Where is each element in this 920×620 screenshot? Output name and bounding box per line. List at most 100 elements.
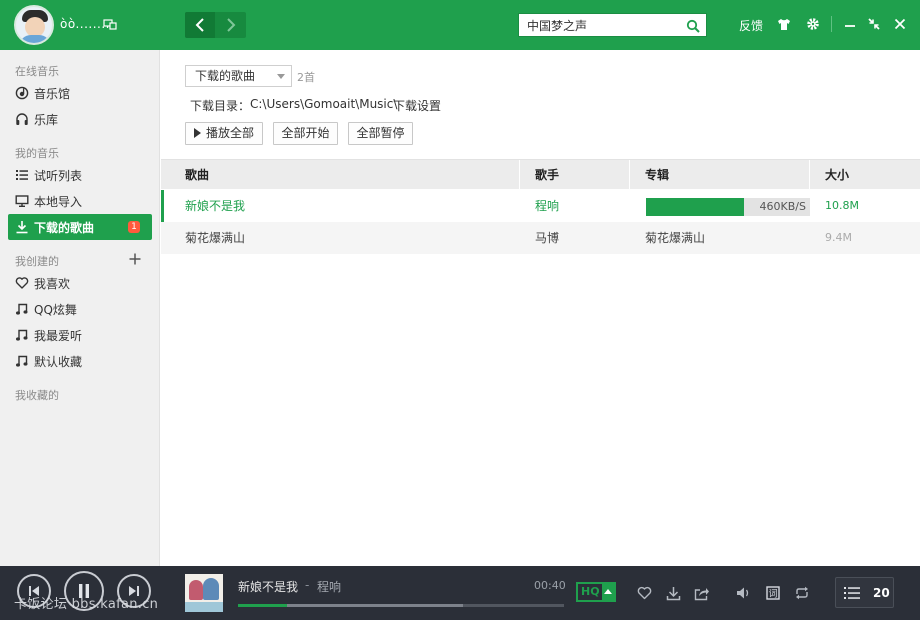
quality-toggle[interactable]: HQ xyxy=(576,582,616,602)
song-title: 菊花爆满山 xyxy=(185,231,246,245)
device-sync-icon[interactable] xyxy=(103,18,117,30)
list-select[interactable]: 下载的歌曲 xyxy=(185,65,292,87)
chevron-up-icon xyxy=(602,584,614,600)
column-divider xyxy=(519,160,520,190)
column-divider xyxy=(809,160,810,190)
monitor-icon xyxy=(15,194,29,208)
section-online-music: 在线音乐 xyxy=(15,65,59,78)
list-select-value: 下载的歌曲 xyxy=(195,69,256,83)
music-note-icon xyxy=(15,302,29,316)
play-icon xyxy=(193,128,201,138)
column-divider xyxy=(629,160,630,190)
sidebar-item-library[interactable]: 乐库 xyxy=(8,106,152,132)
playback-progress-bar[interactable] xyxy=(238,604,564,607)
sidebar-item-most-loved[interactable]: 我最爱听 xyxy=(8,322,152,348)
download-settings-link[interactable]: 下载设置 xyxy=(393,97,441,114)
sidebar-item-label: 乐库 xyxy=(34,112,59,127)
song-artist[interactable]: 程响 xyxy=(535,190,559,222)
column-header-album[interactable]: 专辑 xyxy=(645,160,669,190)
shrink-icon xyxy=(868,18,880,30)
lyrics-button[interactable]: 词 xyxy=(765,585,781,601)
music-hall-icon xyxy=(15,86,29,100)
sidebar-item-qq-dance[interactable]: QQ炫舞 xyxy=(8,296,152,322)
sidebar-item-downloaded[interactable]: 下载的歌曲 1 xyxy=(8,214,152,240)
back-button[interactable] xyxy=(185,12,215,38)
section-created: 我创建的 xyxy=(15,255,59,268)
volume-button[interactable] xyxy=(736,585,752,601)
divider xyxy=(831,16,832,32)
skin-button[interactable] xyxy=(777,17,791,31)
download-speed: 460KB/S xyxy=(759,200,806,213)
section-collected: 我收藏的 xyxy=(15,389,59,402)
sidebar-item-trial-list[interactable]: 试听列表 xyxy=(8,162,152,188)
sidebar-item-label: QQ炫舞 xyxy=(34,302,77,317)
list-icon xyxy=(15,168,29,182)
download-dir-path[interactable]: C:\Users\Gomoait\Music\ xyxy=(250,97,397,111)
start-all-button[interactable]: 全部开始 xyxy=(273,122,338,145)
chevron-down-icon xyxy=(277,74,285,79)
share-button[interactable] xyxy=(694,585,710,601)
table-row[interactable]: 新娘不是我 程响 460KB/S 10.8M xyxy=(161,190,920,222)
download-dir-label: 下载目录： xyxy=(190,99,251,113)
selected-indicator xyxy=(161,190,164,222)
headphones-icon xyxy=(15,112,29,126)
add-playlist-icon[interactable] xyxy=(128,252,142,266)
playlist-button[interactable]: 20 xyxy=(835,577,894,608)
playback-time: 00:40 xyxy=(534,579,566,592)
played-progress xyxy=(238,604,287,607)
song-size: 9.4M xyxy=(825,231,852,244)
column-header-artist[interactable]: 歌手 xyxy=(535,160,559,190)
repeat-mode-button[interactable] xyxy=(794,585,810,601)
pause-all-button[interactable]: 全部暂停 xyxy=(348,122,413,145)
sidebar-item-label: 本地导入 xyxy=(34,194,83,209)
download-progress-fill xyxy=(646,198,745,216)
play-all-button[interactable]: 播放全部 xyxy=(185,122,263,145)
chevron-right-icon xyxy=(227,18,236,32)
search-icon[interactable] xyxy=(686,19,700,33)
song-count: 2首 xyxy=(297,71,315,84)
download-progress-bar: 460KB/S xyxy=(646,198,810,216)
column-header-song[interactable]: 歌曲 xyxy=(185,160,209,190)
like-button[interactable] xyxy=(636,585,652,601)
volume-icon xyxy=(737,587,749,599)
music-note-icon xyxy=(15,354,29,368)
sidebar-item-label: 试听列表 xyxy=(34,168,83,183)
album-cover[interactable] xyxy=(185,574,223,612)
song-album[interactable]: 菊花爆满山 xyxy=(645,222,705,254)
watermark-text: 卡饭论坛 bbs.kafan.cn xyxy=(14,597,159,612)
share-icon xyxy=(694,587,709,600)
sidebar-item-local-import[interactable]: 本地导入 xyxy=(8,188,152,214)
download-icon xyxy=(15,220,29,234)
feedback-link[interactable]: 反馈 xyxy=(739,17,763,34)
gear-icon xyxy=(807,18,819,30)
column-header-size[interactable]: 大小 xyxy=(825,160,849,190)
avatar[interactable] xyxy=(14,5,54,45)
download-button[interactable] xyxy=(665,585,681,601)
playlist-count: 20 xyxy=(873,586,890,600)
now-playing-title[interactable]: 新娘不是我 xyxy=(238,578,298,595)
minimize-icon xyxy=(845,25,855,27)
quality-label: HQ xyxy=(581,585,600,598)
settings-button[interactable] xyxy=(806,17,820,31)
sidebar-item-default-collection[interactable]: 默认收藏 xyxy=(8,348,152,374)
table-row[interactable]: 菊花爆满山 马博 菊花爆满山 9.4M xyxy=(161,222,920,254)
close-button[interactable] xyxy=(893,17,907,31)
player-bar: 卡饭论坛 bbs.kafan.cn 新娘不是我 - 程响 00:40 HQ 词 … xyxy=(0,566,920,620)
sidebar-item-label: 我最爱听 xyxy=(34,328,83,343)
title-artist-separator: - xyxy=(305,578,310,592)
now-playing-artist[interactable]: 程响 xyxy=(317,578,341,595)
sidebar-item-music-hall[interactable]: 音乐馆 xyxy=(8,80,152,106)
minimize-button[interactable] xyxy=(843,17,857,31)
download-icon xyxy=(666,586,680,600)
sidebar-item-label: 下载的歌曲 xyxy=(34,220,95,235)
mini-mode-button[interactable] xyxy=(867,17,881,31)
song-artist[interactable]: 马博 xyxy=(535,222,559,254)
playlist-icon xyxy=(844,587,860,599)
sidebar-item-label: 我喜欢 xyxy=(34,276,71,291)
search-input[interactable] xyxy=(527,17,677,33)
chevron-left-icon xyxy=(195,18,204,32)
main-panel: 下载的歌曲 2首 下载目录： C:\Users\Gomoait\Music\ 下… xyxy=(161,50,920,566)
sidebar-item-favorites[interactable]: 我喜欢 xyxy=(8,270,152,296)
svg-text:词: 词 xyxy=(768,589,777,600)
forward-button[interactable] xyxy=(216,12,246,38)
